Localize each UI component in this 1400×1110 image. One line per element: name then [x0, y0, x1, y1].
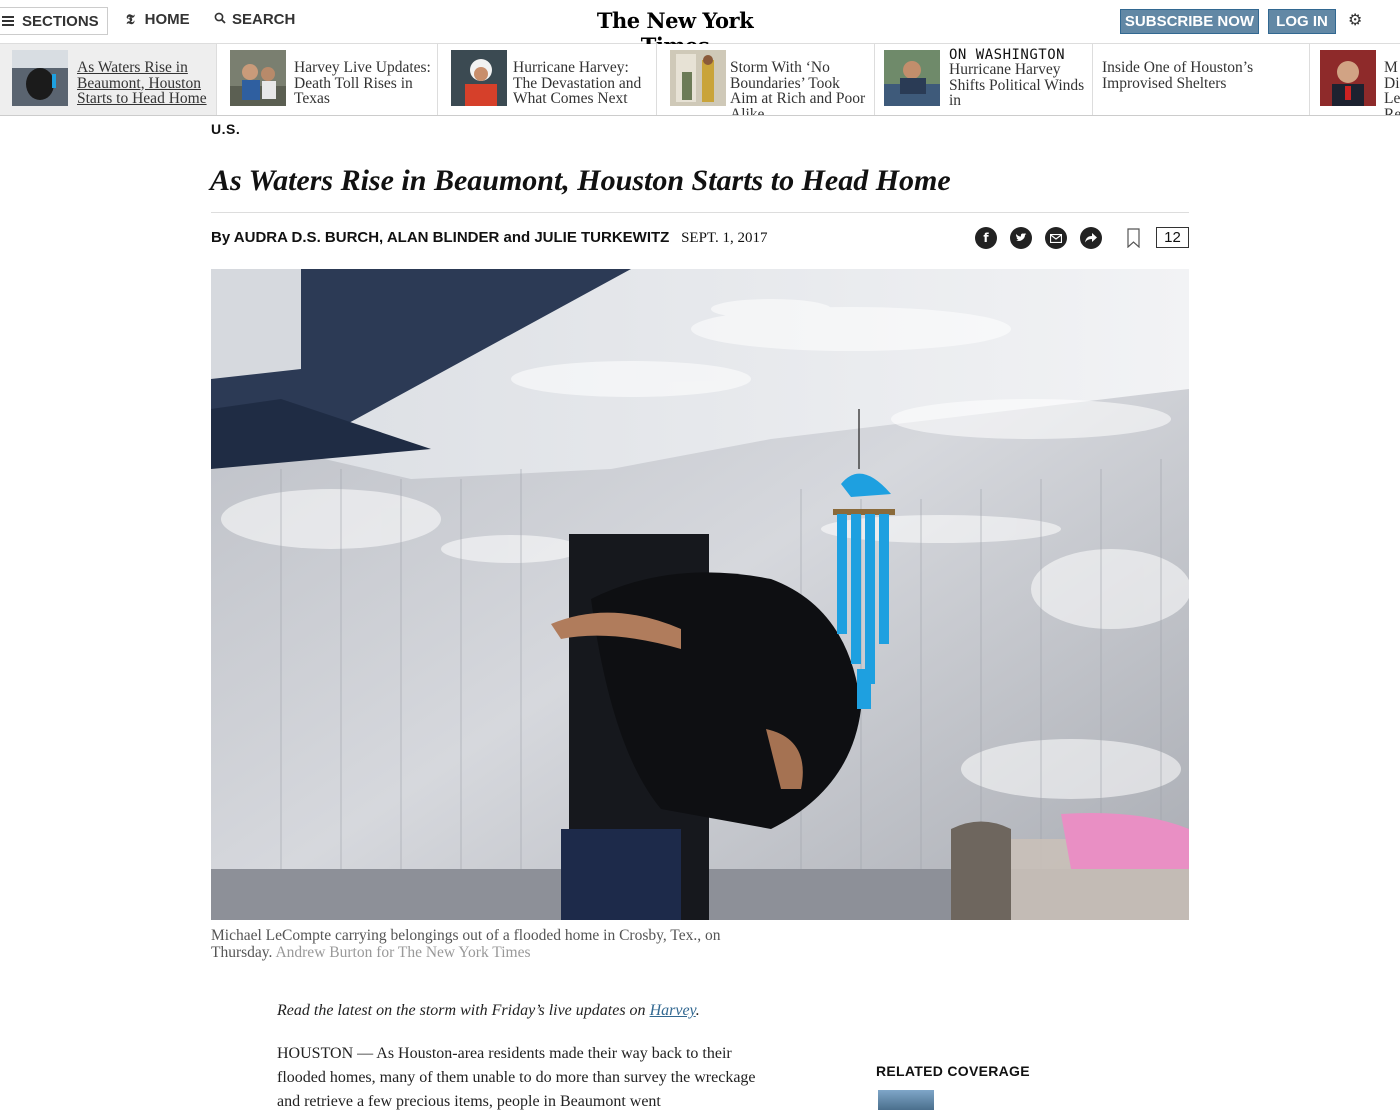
- ribbon-thumbnail: [230, 50, 286, 106]
- article-headline: As Waters Rise in Beaumont, Houston Star…: [210, 164, 951, 197]
- more-share-icon[interactable]: [1080, 227, 1102, 249]
- ribbon-item-text: ON WASHINGTON Hurricane Harvey Shifts Po…: [949, 48, 1089, 109]
- home-label: HOME: [144, 11, 190, 28]
- ribbon-item-title: Harvey Live Updates: Death Toll Rises in…: [294, 59, 431, 107]
- subscribe-button[interactable]: SUBSCRIBE NOW: [1120, 9, 1259, 34]
- nyt-t-logo-icon: 𝕿: [126, 11, 135, 28]
- lede-prefix: Read the latest on the storm with Friday…: [277, 1002, 650, 1019]
- ribbon-item-title: Hurricane Harvey Shifts Political Winds …: [949, 61, 1085, 109]
- ribbon-item[interactable]: Hurricane Harvey: The Devastation and Wh…: [439, 44, 657, 115]
- headline-divider: [211, 212, 1189, 213]
- email-share-icon[interactable]: [1045, 227, 1067, 249]
- photo-caption: Michael LeCompte carrying belongings out…: [211, 927, 721, 961]
- login-button[interactable]: LOG IN: [1268, 9, 1336, 34]
- harvey-link[interactable]: Harvey: [650, 1002, 696, 1019]
- ribbon-item[interactable]: ON WASHINGTON Hurricane Harvey Shifts Po…: [876, 44, 1093, 115]
- comments-count-button[interactable]: 12: [1156, 227, 1189, 248]
- ribbon-item-title: Inside One of Houston’s Improvised Shelt…: [1102, 59, 1254, 92]
- ribbon-thumbnail: [12, 50, 68, 106]
- search-button[interactable]: SEARCH: [214, 11, 295, 28]
- ribbon-item-title: Storm With ‘No Boundaries’ Took Aim at R…: [730, 59, 866, 115]
- article-lede: Read the latest on the storm with Friday…: [277, 1002, 700, 1020]
- ribbon-item-kicker: ON WASHINGTON: [949, 47, 1066, 63]
- hamburger-icon: [2, 14, 14, 28]
- ribbon-item-title: As Waters Rise in Beaumont, Houston Star…: [77, 59, 207, 107]
- ribbon-thumbnail: [884, 50, 940, 106]
- search-label: SEARCH: [232, 11, 296, 28]
- home-link[interactable]: 𝕿 HOME: [126, 11, 190, 28]
- ribbon-item-title: Hurricane Harvey: The Devastation and Wh…: [513, 59, 642, 107]
- ribbon-thumbnail: [451, 50, 507, 106]
- ribbon-item[interactable]: Inside One of Houston’s Improvised Shelt…: [1094, 44, 1310, 115]
- byline-authors: By AUDRA D.S. BURCH, ALAN BLINDER and JU…: [211, 229, 670, 246]
- article-body-paragraph: HOUSTON — As Houston-area residents made…: [277, 1045, 756, 1110]
- ribbon-thumbnail: [670, 50, 726, 106]
- ribbon-item[interactable]: Storm With ‘No Boundaries’ Took Aim at R…: [658, 44, 875, 115]
- bookmark-icon[interactable]: [1127, 228, 1140, 248]
- related-coverage-heading: RELATED COVERAGE: [876, 1063, 1030, 1079]
- photo-credit: Andrew Burton for The New York Times: [275, 944, 531, 961]
- ribbon-item[interactable]: As Waters Rise in Beaumont, Houston Star…: [0, 44, 217, 115]
- ribbon-item[interactable]: M Di Le Reasons fo: [1311, 44, 1400, 115]
- story-ribbon: As Waters Rise in Beaumont, Houston Star…: [0, 44, 1400, 116]
- publish-date: SEPT. 1, 2017: [681, 230, 768, 246]
- facebook-share-icon[interactable]: f: [975, 227, 997, 249]
- ribbon-item[interactable]: Harvey Live Updates: Death Toll Rises in…: [218, 44, 438, 115]
- sections-label: SECTIONS: [22, 12, 99, 30]
- top-navigation-bar: SECTIONS 𝕿 HOME SEARCH The New York Time…: [0, 0, 1400, 58]
- gear-icon[interactable]: ⚙: [1348, 10, 1362, 29]
- related-coverage-thumbnail[interactable]: [878, 1090, 934, 1110]
- twitter-share-icon[interactable]: [1010, 227, 1032, 249]
- search-icon: [214, 12, 226, 28]
- comment-count: 12: [1164, 229, 1181, 246]
- section-kicker[interactable]: U.S.: [211, 121, 240, 137]
- ribbon-thumbnail: [1320, 50, 1376, 106]
- sections-button[interactable]: SECTIONS: [0, 7, 108, 35]
- ribbon-item-title: M Di Le Reasons fo: [1384, 59, 1400, 115]
- lead-photo[interactable]: [211, 269, 1189, 920]
- byline: By AUDRA D.S. BURCH, ALAN BLINDER and JU…: [211, 229, 767, 247]
- lede-suffix: .: [695, 1002, 700, 1019]
